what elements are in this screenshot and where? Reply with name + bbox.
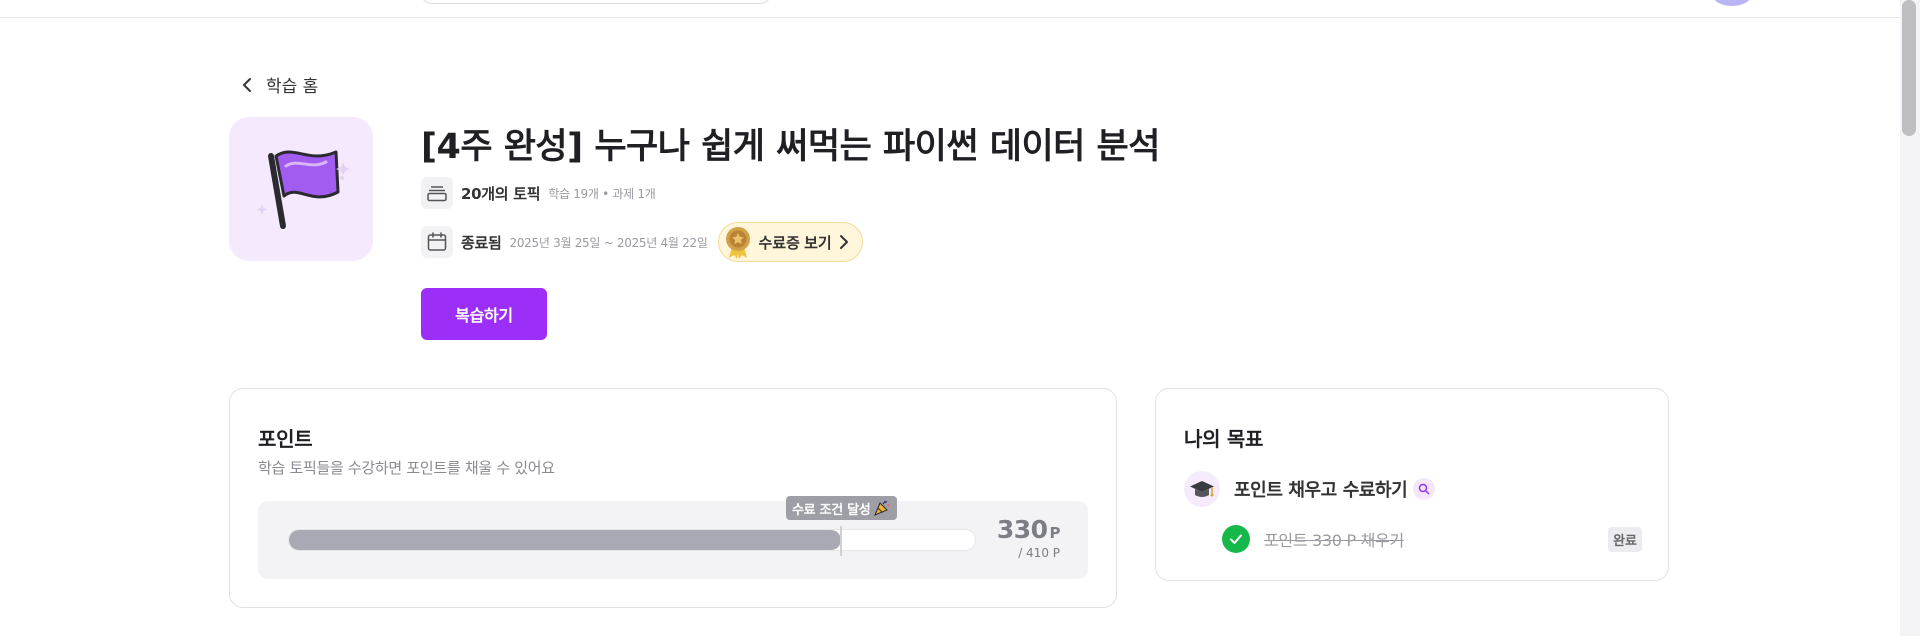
topics-row: 20개의 토픽 학습 19개 • 과제 1개: [421, 177, 656, 209]
goal-label: 포인트 채우고 수료하기: [1234, 480, 1408, 501]
points-current-number: 330: [996, 515, 1048, 544]
points-unit: P: [1049, 524, 1061, 542]
course-status: 종료됨: [461, 233, 502, 252]
party-popper-icon: [874, 500, 891, 516]
completion-goal-badge: 수료 조건 달성: [786, 496, 898, 520]
stack-icon: [421, 177, 453, 209]
back-to-home-link[interactable]: 학습 홈: [240, 72, 318, 97]
goal-title: 나의 목표: [1184, 427, 1264, 451]
avatar[interactable]: [1712, 0, 1752, 6]
back-link-label: 학습 홈: [266, 77, 319, 97]
points-current: 330 P: [996, 515, 1061, 544]
completion-goal-label: 수료 조건 달성: [792, 502, 871, 518]
chevron-right-icon: [839, 235, 848, 249]
topics-detail: 학습 19개 • 과제 1개: [548, 186, 656, 201]
points-progress-bar: 수료 조건 달성: [288, 496, 976, 556]
goal-done-badge: 완료: [1608, 527, 1642, 552]
points-title: 포인트: [258, 427, 313, 451]
points-card: 포인트 학습 토픽들을 수강하면 포인트를 채울 수 있어요 수료 조건 달성 …: [229, 388, 1117, 608]
points-max: / 410 P: [1018, 546, 1060, 560]
course-period: 2025년 3월 25일 ~ 2025년 4월 22일: [509, 235, 708, 250]
goal-sub-label: 포인트 330 P 채우기: [1264, 531, 1404, 550]
completion-goal-marker: [840, 526, 842, 556]
goal-sub-item: 포인트 330 P 채우기: [1222, 525, 1404, 553]
points-subtitle: 학습 토픽들을 수강하면 포인트를 채울 수 있어요: [258, 459, 555, 477]
period-row: 종료됨 2025년 3월 25일 ~ 2025년 4월 22일 수료증 보기: [421, 222, 863, 262]
graduation-cap-icon: [1184, 471, 1220, 507]
calendar-icon: [421, 226, 453, 258]
course-title: [4주 완성] 누구나 쉽게 써먹는 파이썬 데이터 분석: [421, 127, 1160, 167]
search-icon[interactable]: [1413, 478, 1436, 500]
medal-icon: [723, 225, 753, 259]
certificate-label: 수료증 보기: [758, 234, 832, 252]
flag-icon: [256, 150, 350, 229]
top-navigation-bar: [0, 0, 1900, 18]
course-thumbnail: [229, 117, 373, 261]
chevron-left-icon: [243, 77, 251, 92]
points-value: 330 P / 410 P: [996, 515, 1061, 560]
my-goal-card: 나의 목표 포인트 채우고 수료하기 포인트 330 P 채우기 완료: [1155, 388, 1669, 581]
goal-item: 포인트 채우고 수료하기: [1184, 471, 1436, 507]
review-button[interactable]: 복습하기: [421, 288, 547, 340]
scrollbar-thumb[interactable]: [1902, 0, 1916, 136]
points-progress-panel: 수료 조건 달성 330 P / 410 P: [258, 496, 1088, 579]
topics-count: 20개의 토픽: [461, 184, 541, 203]
search-input[interactable]: [420, 0, 772, 4]
check-icon: [1222, 525, 1250, 553]
points-progress-fill: [289, 530, 841, 550]
view-certificate-button[interactable]: 수료증 보기: [717, 222, 863, 262]
